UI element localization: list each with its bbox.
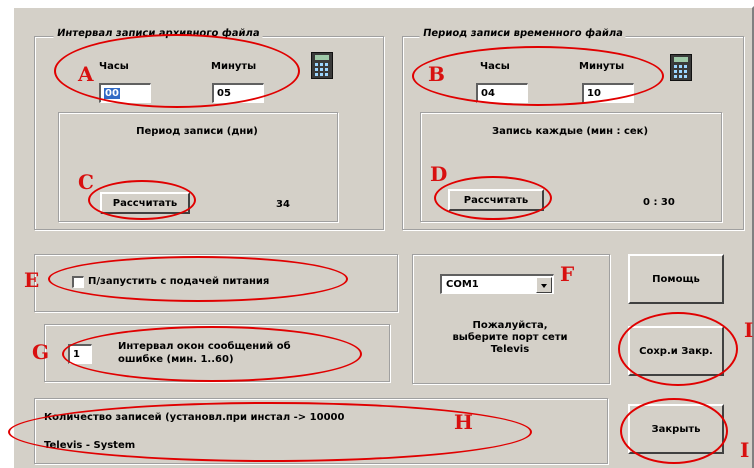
autostart-checkbox[interactable] [72,276,84,288]
temp-hours-input[interactable]: 04 [476,83,528,103]
marker-i-upper: I [744,318,754,342]
archive-period-title: Период записи (дни) [136,126,258,137]
port-hint-3: Televis [490,344,530,355]
autostart-label[interactable]: П/запустить с подачей питания [88,276,269,287]
com-port-select[interactable]: COM1 [440,274,554,294]
port-hint-2: выберите порт сети [452,332,568,343]
marker-d: D [430,162,448,186]
interval-group [44,324,390,382]
com-port-value: COM1 [446,279,479,290]
archive-calculate-button[interactable]: Рассчитать [100,192,190,214]
help-button[interactable]: Помощь [628,254,724,304]
marker-i-lower: I [740,438,750,462]
records-group [34,398,608,464]
archive-result: 34 [276,199,290,210]
company-name: Televis - System [44,440,136,451]
error-interval-input[interactable]: 1 [68,344,92,364]
error-interval-label-2: ошибке (мин. 1..60) [118,354,234,365]
error-interval-label-1: Интервал окон сообщений об [118,341,291,352]
marker-h: H [454,410,473,434]
temp-minutes-input[interactable]: 10 [582,83,634,103]
temp-minutes-label: Минуты [579,61,625,72]
calculator-icon[interactable] [670,54,692,81]
archive-minutes-label: Минуты [211,61,257,72]
calculator-icon[interactable] [311,52,333,79]
marker-a: A [78,62,94,86]
archive-hours-label: Часы [99,61,129,72]
marker-e: E [24,268,40,292]
temp-period-legend: Период записи временного файла [419,28,627,39]
settings-dialog: Интервал записи архивного файла Часы Мин… [12,6,754,468]
temp-calculate-button[interactable]: Рассчитать [448,189,544,211]
temp-result: 0 : 30 [643,197,675,208]
marker-f: F [560,262,575,286]
chevron-down-icon[interactable] [536,277,552,293]
save-close-button[interactable]: Сохр.и Закр. [628,326,724,376]
archive-hours-input[interactable]: 00 [99,83,151,103]
archive-minutes-input[interactable]: 05 [212,83,264,103]
marker-b: B [428,62,445,86]
marker-g: G [32,340,50,364]
port-hint-1: Пожалуйста, [472,320,548,331]
marker-c: C [78,170,94,194]
close-button[interactable]: Закрыть [628,404,724,454]
records-count-text: Количество записей (установл.при инстал … [44,412,345,423]
temp-hours-label: Часы [480,61,510,72]
archive-interval-legend: Интервал записи архивного файла [53,28,264,39]
temp-period-title: Запись каждые (мин : сек) [491,126,649,137]
